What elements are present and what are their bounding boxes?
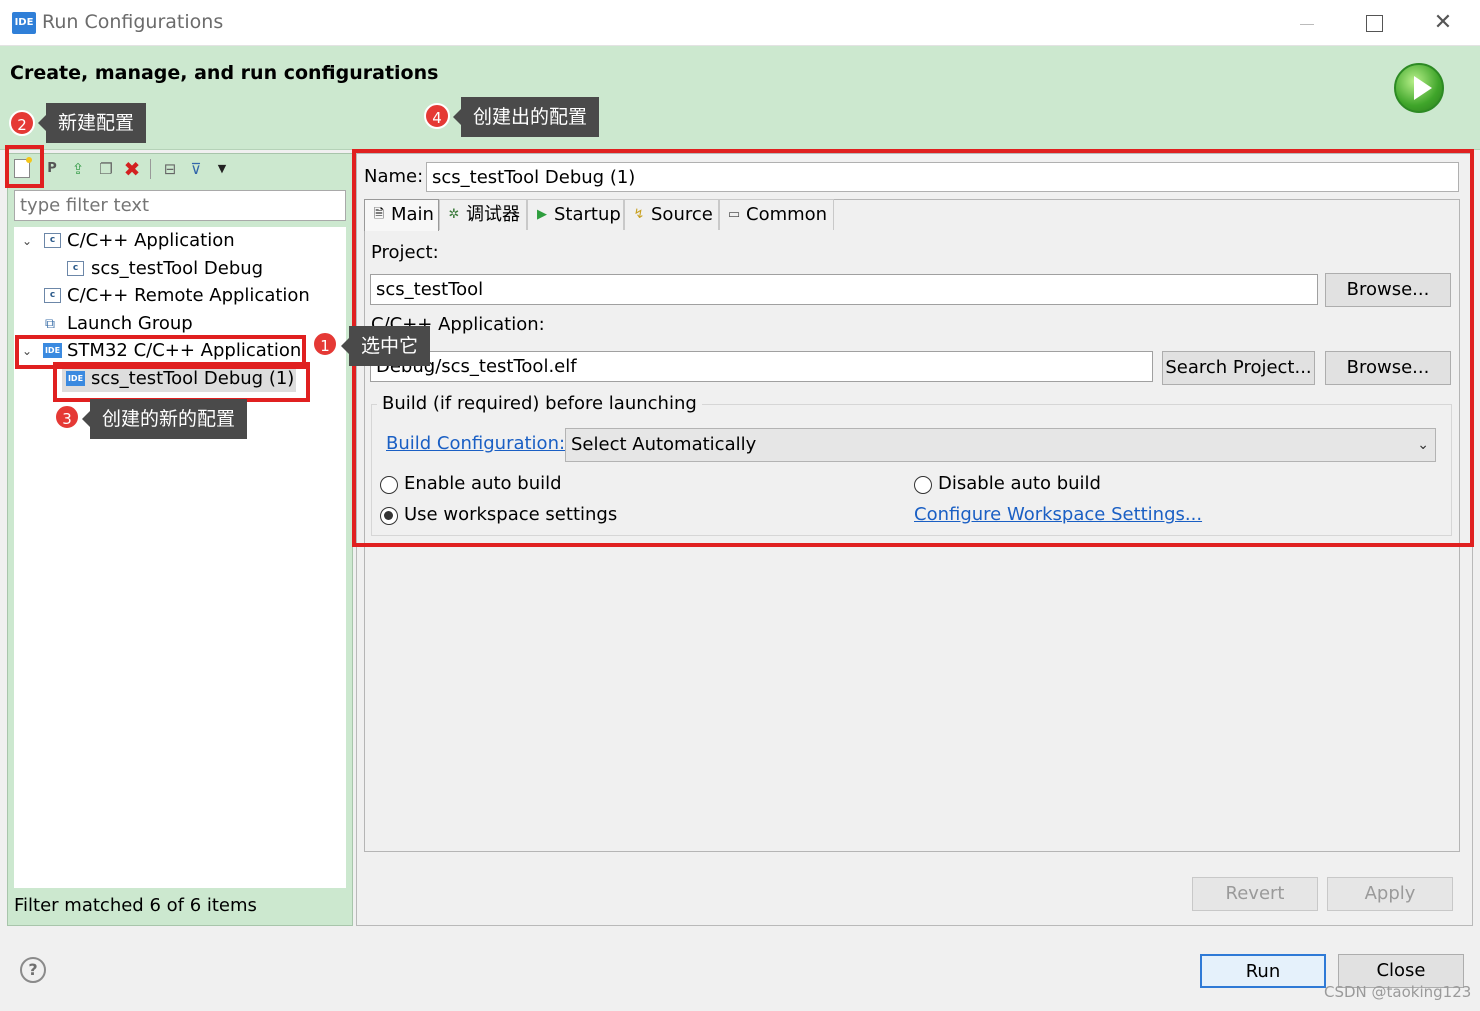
annotation-badge-3: 3 [54,404,80,430]
filter-input[interactable] [14,190,346,221]
run-play-icon [1394,63,1444,113]
annotation-badge-2: 2 [9,110,35,136]
annotation-callout-3: 创建的新的配置 [81,399,248,439]
apply-button[interactable]: Apply [1327,877,1453,911]
annotation-callout-4: 创建出的配置 [452,97,600,137]
c-config-icon: c [67,261,84,276]
tree-item-label: C/C++ Application [67,230,235,251]
chevron-down-icon[interactable]: ⌄ [20,228,34,254]
collapse-all-icon[interactable]: ⊟ [160,159,180,179]
tree-item-cpp-remote-application[interactable]: c C/C++ Remote Application [14,283,346,309]
c-config-type-icon: c [44,288,61,303]
revert-button[interactable]: Revert [1192,877,1318,911]
annotation-badge-1: 1 [312,331,338,357]
tree-item-scs-testtool-debug[interactable]: c scs_testTool Debug [14,256,346,282]
configuration-tree: ⌄ c C/C++ Application c scs_testTool Deb… [14,227,346,888]
c-config-type-icon: c [44,233,61,248]
tree-item-cpp-application[interactable]: ⌄ c C/C++ Application [14,228,346,254]
close-icon[interactable]: ✕ [1420,6,1466,40]
toolbar-separator [150,159,151,179]
tree-item-label: Launch Group [67,313,193,334]
annotation-box-new-config [5,145,44,188]
tree-item-label: C/C++ Remote Application [67,285,310,306]
annotation-box-new-item [53,362,310,402]
filter-status: Filter matched 6 of 6 items [14,895,257,916]
filter-icon[interactable]: ⊽ [186,159,206,179]
help-icon[interactable]: ? [20,957,46,983]
maximize-icon[interactable] [1350,6,1396,40]
annotation-badge-4: 4 [424,103,450,129]
annotation-box-editor [352,149,1474,547]
tree-item-launch-group[interactable]: ⧉ Launch Group [14,311,346,337]
annotation-callout-1: 选中它 [340,326,431,366]
launch-config-toolbar: P ⇪ ❐ ✖ ⊟ ⊽ ▼ [10,155,350,183]
tree-item-label: scs_testTool Debug [91,258,264,279]
window-title: Run Configurations [42,11,224,33]
delete-icon[interactable]: ✖ [122,159,142,179]
minimize-icon[interactable] [1284,6,1330,40]
run-button[interactable]: Run [1200,954,1326,988]
header-title: Create, manage, and run configurations [10,62,439,84]
view-menu-icon[interactable]: ▼ [212,159,232,179]
app-ide-icon: IDE [12,12,36,34]
duplicate-icon[interactable]: ❐ [96,159,116,179]
annotation-callout-2: 新建配置 [37,103,147,143]
launch-group-icon: ⧉ [45,316,55,332]
watermark: CSDN @taoking123 [1324,983,1472,1001]
new-prototype-icon[interactable]: P [42,159,62,179]
export-icon[interactable]: ⇪ [68,159,88,179]
